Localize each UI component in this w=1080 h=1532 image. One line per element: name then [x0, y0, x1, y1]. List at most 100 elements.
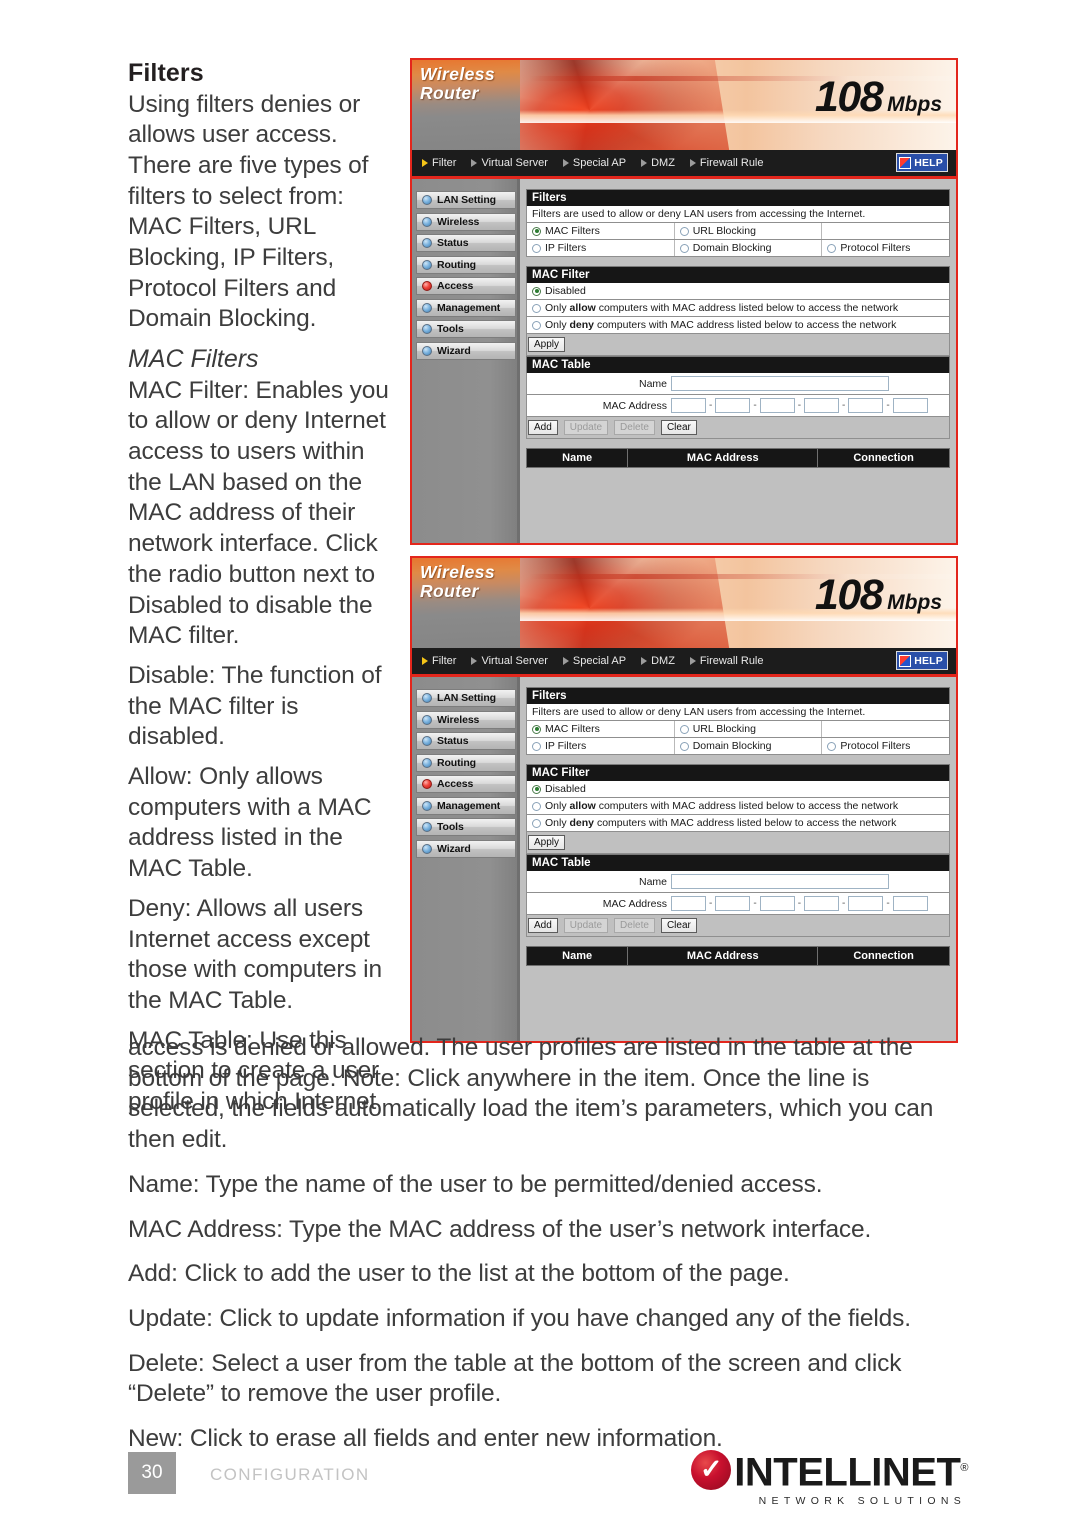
radio-allow[interactable]: Only allow computers with MAC address li… — [527, 300, 949, 316]
apply-bar: Apply — [526, 832, 950, 854]
radio-domain-blocking[interactable]: Domain Blocking — [675, 738, 823, 754]
sidebar-item-wizard[interactable]: Wizard — [416, 839, 516, 858]
mac-octet-input-3[interactable] — [759, 398, 795, 413]
manual-page: Filters Using filters denies or allows u… — [0, 0, 1080, 1532]
sidebar-item-label: Tools — [437, 821, 464, 833]
paragraph-allow: Allow: Only allows computers with a MAC … — [128, 763, 372, 883]
nav-item-label: DMZ — [651, 157, 675, 169]
sidebar-item-label: Tools — [437, 323, 464, 335]
sidebar-item-lan-setting[interactable]: LAN Setting — [416, 689, 516, 707]
sidebar-item-label: Wireless — [437, 713, 480, 726]
filters-row1-spacer — [822, 223, 949, 239]
nav-item-firewall-rule[interactable]: Firewall Rule — [689, 655, 764, 667]
sidebar-item-access[interactable]: Access — [416, 277, 516, 295]
bullet-icon-active — [422, 281, 432, 291]
check-glyph: ✓ — [699, 1454, 723, 1485]
radio-domain-blocking[interactable]: Domain Blocking — [675, 240, 823, 256]
mac-octet-input-5[interactable] — [848, 896, 884, 911]
radio-mac-filters[interactable]: MAC Filters — [527, 223, 675, 239]
column-header-name: Name — [527, 947, 629, 965]
triangle-right-icon — [562, 159, 569, 167]
router-brand: Wireless Router — [412, 558, 520, 648]
help-button[interactable]: HELP — [896, 153, 948, 172]
mac-octet-input-2[interactable] — [715, 398, 751, 413]
sidebar-item-management[interactable]: Management — [416, 298, 516, 317]
name-input[interactable] — [671, 376, 889, 391]
bullet-icon — [422, 714, 432, 725]
radio-ip-filters[interactable]: IP Filters — [527, 240, 675, 256]
radio-deny[interactable]: Only deny computers with MAC address lis… — [527, 317, 949, 333]
apply-button[interactable]: Apply — [528, 337, 566, 352]
radio-deny[interactable]: Only deny computers with MAC address lis… — [527, 815, 949, 831]
clear-button[interactable]: Clear — [660, 918, 697, 933]
triangle-right-icon — [689, 657, 696, 665]
sidebar-item-routing[interactable]: Routing — [416, 753, 516, 772]
add-button[interactable]: Add — [528, 918, 558, 933]
sidebar-item-wireless[interactable]: Wireless — [416, 710, 516, 729]
triangle-right-icon — [471, 159, 478, 167]
radio-disabled[interactable]: Disabled — [527, 781, 949, 797]
apply-button[interactable]: Apply — [528, 835, 566, 850]
sidebar-item-tools[interactable]: Tools — [416, 320, 516, 338]
mac-separator: - — [842, 400, 846, 411]
sidebar-item-wizard[interactable]: Wizard — [416, 341, 516, 360]
brand-line-1: Wireless — [420, 64, 496, 84]
help-button-label: HELP — [914, 156, 943, 169]
sidebar-item-access[interactable]: Access — [416, 775, 516, 793]
router-content: Filters Filters are used to allow or den… — [520, 677, 956, 1041]
name-input[interactable] — [671, 874, 889, 889]
triangle-right-icon — [562, 657, 569, 665]
mac-octet-input-3[interactable] — [759, 896, 795, 911]
nav-item-special-ap[interactable]: Special AP — [562, 157, 626, 169]
nav-item-filter[interactable]: Filter — [422, 655, 456, 667]
triangle-right-icon — [422, 159, 428, 167]
radio-url-blocking[interactable]: URL Blocking — [675, 721, 823, 737]
mac-octet-input-6[interactable] — [892, 398, 928, 413]
sidebar-item-wireless[interactable]: Wireless — [416, 212, 516, 231]
sidebar-item-management[interactable]: Management — [416, 796, 516, 815]
radio-allow[interactable]: Only allow computers with MAC address li… — [527, 798, 949, 814]
filters-options-row-2: IP Filters Domain Blocking Protocol Filt… — [526, 240, 950, 257]
nav-item-firewall-rule[interactable]: Firewall Rule — [689, 157, 764, 169]
radio-url-blocking[interactable]: URL Blocking — [675, 223, 823, 239]
sidebar-item-routing[interactable]: Routing — [416, 255, 516, 274]
nav-item-dmz[interactable]: DMZ — [641, 157, 675, 169]
nav-item-filter[interactable]: Filter — [422, 157, 456, 169]
table-gap — [526, 937, 950, 946]
radio-protocol-filters[interactable]: Protocol Filters — [822, 738, 949, 754]
radio-mac-filters[interactable]: MAC Filters — [527, 721, 675, 737]
brand-line-2: Router — [420, 581, 479, 601]
router-sidebar: LAN Setting Wireless Status Routing Acce… — [412, 179, 520, 543]
checkmark-logo-icon: ✓ — [691, 1450, 732, 1491]
radio-ip-filters[interactable]: IP Filters — [527, 738, 675, 754]
sidebar-item-lan-setting[interactable]: LAN Setting — [416, 191, 516, 209]
mac-octet-input-5[interactable] — [848, 398, 884, 413]
bullet-icon — [422, 216, 432, 227]
sidebar-item-status[interactable]: Status — [416, 234, 516, 252]
nav-item-virtual-server[interactable]: Virtual Server — [471, 655, 548, 667]
mac-octet-input-1[interactable] — [671, 398, 706, 413]
nav-item-dmz[interactable]: DMZ — [641, 655, 675, 667]
update-button: Update — [563, 420, 609, 435]
sidebar-item-status[interactable]: Status — [416, 732, 516, 750]
speed-badge: 108 Mbps — [815, 76, 942, 119]
mac-separator: - — [886, 898, 890, 909]
banner-artwork: 108 Mbps — [520, 558, 956, 648]
mac-octet-input-4[interactable] — [804, 398, 840, 413]
mac-octet-input-6[interactable] — [892, 896, 928, 911]
mac-octet-input-2[interactable] — [715, 896, 751, 911]
clear-button[interactable]: Clear — [660, 420, 697, 435]
radio-protocol-filters[interactable]: Protocol Filters — [822, 240, 949, 256]
sidebar-item-tools[interactable]: Tools — [416, 818, 516, 836]
help-button[interactable]: HELP — [896, 651, 948, 670]
nav-item-special-ap[interactable]: Special AP — [562, 655, 626, 667]
mac-octet-input-4[interactable] — [804, 896, 840, 911]
filters-description: Filters are used to allow or deny LAN us… — [526, 206, 950, 223]
nav-item-virtual-server[interactable]: Virtual Server — [471, 157, 548, 169]
add-button[interactable]: Add — [528, 420, 558, 435]
sidebar-item-label: LAN Setting — [437, 692, 496, 704]
radio-disabled[interactable]: Disabled — [527, 283, 949, 299]
triangle-right-icon — [641, 657, 648, 665]
mac-octet-input-1[interactable] — [671, 896, 706, 911]
sidebar-item-label: LAN Setting — [437, 194, 496, 206]
